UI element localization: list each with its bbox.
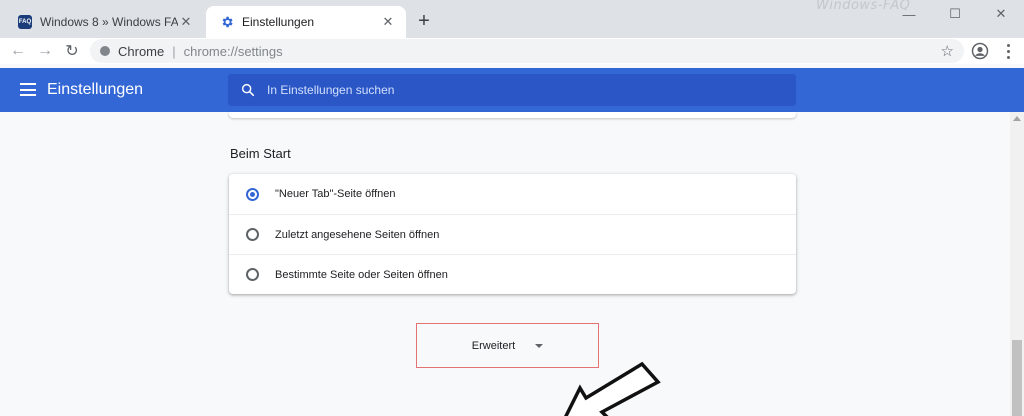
omnibox-url[interactable]: chrome://settings bbox=[184, 44, 283, 59]
scroll-up-arrow-icon[interactable] bbox=[1013, 116, 1021, 121]
close-icon[interactable]: ✕ bbox=[380, 14, 396, 30]
advanced-label: Erweitert bbox=[471, 339, 516, 352]
radio-label: "Neuer Tab"-Seite öffnen bbox=[275, 188, 396, 200]
scrollbar[interactable] bbox=[1010, 112, 1024, 416]
address-bar[interactable]: Chrome | chrome://settings ☆ bbox=[90, 39, 964, 63]
tab-title: Windows 8 » Windows FAQ bbox=[40, 15, 178, 29]
close-icon[interactable]: ✕ bbox=[178, 14, 194, 30]
previous-section-card bbox=[229, 112, 796, 118]
radio-button[interactable] bbox=[246, 228, 259, 241]
minimize-button[interactable]: — bbox=[886, 0, 932, 28]
search-input[interactable] bbox=[267, 83, 747, 97]
radio-button[interactable] bbox=[246, 268, 259, 281]
tab-einstellungen[interactable]: Einstellungen ✕ bbox=[206, 6, 406, 38]
pointer-arrow-icon bbox=[564, 361, 661, 416]
radio-option-specific-pages[interactable]: Bestimmte Seite oder Seiten öffnen bbox=[229, 254, 796, 294]
more-menu-icon[interactable] bbox=[1000, 42, 1016, 60]
tab-strip: FAQ Windows 8 » Windows FAQ ✕ Einstellun… bbox=[0, 0, 1024, 38]
reload-button[interactable]: ↻ bbox=[61, 40, 83, 62]
hamburger-menu-icon[interactable] bbox=[20, 83, 36, 96]
back-button[interactable]: ← bbox=[7, 40, 29, 62]
tab-windows-faq[interactable]: FAQ Windows 8 » Windows FAQ ✕ bbox=[4, 6, 204, 38]
browser-toolbar: ← → ↻ Chrome | chrome://settings ☆ bbox=[0, 38, 1024, 64]
bookmark-star-icon[interactable]: ☆ bbox=[941, 42, 954, 60]
settings-content: Beim Start "Neuer Tab"-Seite öffnen Zule… bbox=[0, 112, 1010, 416]
radio-label: Zuletzt angesehene Seiten öffnen bbox=[275, 228, 440, 241]
scrollbar-thumb[interactable] bbox=[1012, 340, 1022, 416]
gear-icon bbox=[220, 15, 234, 29]
profile-icon[interactable] bbox=[971, 42, 989, 60]
radio-label: Bestimmte Seite oder Seiten öffnen bbox=[275, 268, 448, 281]
startup-options-card: "Neuer Tab"-Seite öffnen Zuletzt angeseh… bbox=[229, 174, 796, 294]
caret-down-icon bbox=[535, 343, 544, 348]
maximize-button[interactable]: ☐ bbox=[932, 0, 978, 28]
faq-favicon-icon: FAQ bbox=[18, 15, 32, 29]
window-close-button[interactable]: ✕ bbox=[978, 0, 1024, 28]
search-icon bbox=[240, 82, 256, 98]
omnibox-chrome-label: Chrome bbox=[118, 43, 165, 59]
settings-header: Einstellungen bbox=[0, 68, 1024, 112]
page-title: Einstellungen bbox=[47, 81, 144, 98]
section-title: Beim Start bbox=[230, 146, 291, 161]
radio-button-checked[interactable] bbox=[246, 187, 259, 201]
forward-button[interactable]: → bbox=[34, 40, 56, 62]
settings-search-bar[interactable] bbox=[228, 74, 796, 106]
site-info-icon[interactable] bbox=[100, 46, 110, 56]
tab-title: Einstellungen bbox=[242, 15, 315, 29]
new-tab-button[interactable]: + bbox=[414, 11, 434, 32]
radio-option-continue[interactable]: Zuletzt angesehene Seiten öffnen bbox=[229, 214, 796, 254]
radio-option-new-tab[interactable]: "Neuer Tab"-Seite öffnen bbox=[229, 174, 796, 214]
omnibox-separator: | bbox=[172, 43, 176, 59]
